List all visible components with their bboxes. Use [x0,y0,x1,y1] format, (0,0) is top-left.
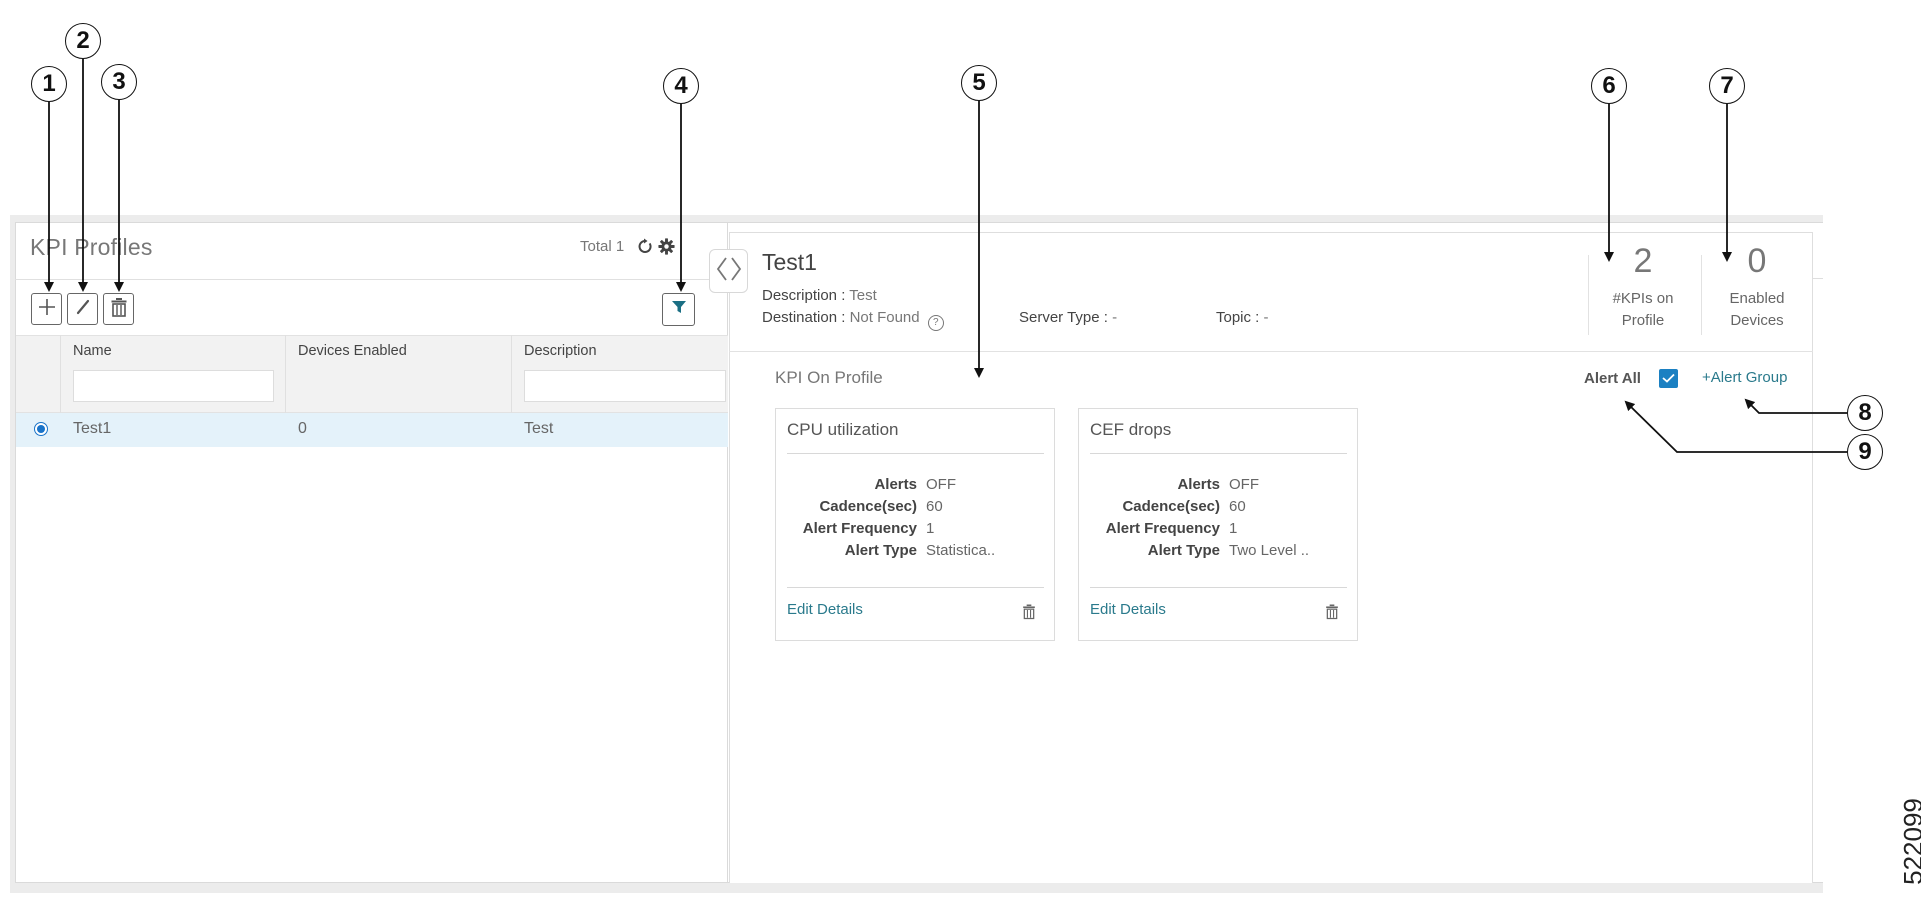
callout-7: 7 [1709,68,1745,104]
callout-4: 4 [663,68,699,104]
figure-number: 522099 [1897,798,1921,885]
callout-arrow-8 [1744,398,1847,414]
callout-arrows [44,59,1847,453]
callout-arrow-9 [1624,400,1847,453]
callout-5: 5 [961,65,997,101]
callout-6: 6 [1591,68,1627,104]
callout-3: 3 [101,64,137,100]
callout-9: 9 [1847,434,1883,470]
callout-8: 8 [1847,395,1883,431]
callout-2: 2 [65,23,101,59]
callout-1: 1 [31,66,67,102]
